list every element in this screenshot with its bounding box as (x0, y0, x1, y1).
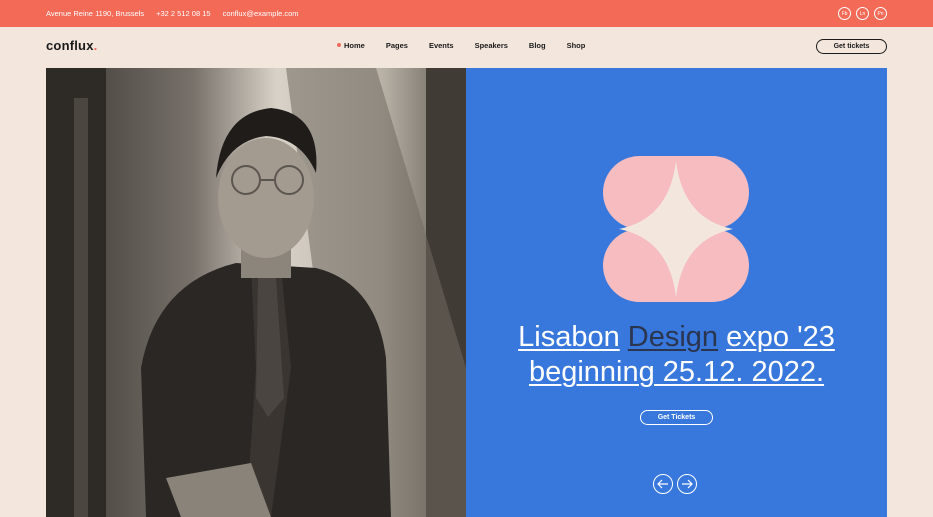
prev-arrow-icon[interactable] (653, 474, 673, 494)
star-emblem-icon (603, 156, 749, 302)
headline-date[interactable]: beginning 25.12. 2022. (529, 356, 824, 388)
slider-controls (653, 474, 697, 494)
nav-events[interactable]: Events (429, 41, 454, 50)
nav-shop[interactable]: Shop (567, 41, 586, 50)
email-link[interactable]: conflux@example.com (223, 9, 299, 18)
hero-photo (46, 68, 466, 517)
nav-pages[interactable]: Pages (386, 41, 408, 50)
hero-headline: Lisabon Design expo '23 beginning 25.12.… (466, 320, 887, 390)
nav-blog[interactable]: Blog (529, 41, 546, 50)
social-links: Fb Ln Pn (838, 7, 887, 20)
next-arrow-icon[interactable] (677, 474, 697, 494)
pinterest-icon[interactable]: Pn (874, 7, 887, 20)
address-text: Avenue Reine 1190, Brussels (46, 9, 145, 18)
portrait-image (46, 68, 466, 517)
logo[interactable]: conflux. (46, 38, 97, 53)
linkedin-icon[interactable]: Ln (856, 7, 869, 20)
site-header: conflux. Home Pages Events Speakers Blog… (0, 27, 933, 68)
hero-get-tickets-button[interactable]: Get Tickets (640, 410, 713, 425)
get-tickets-button[interactable]: Get tickets (816, 39, 887, 54)
main-nav: Home Pages Events Speakers Blog Shop (337, 41, 586, 50)
headline-word-lisabon[interactable]: Lisabon (518, 321, 620, 353)
contact-info: Avenue Reine 1190, Brussels +32 2 512 08… (46, 0, 299, 27)
logo-dot: . (93, 38, 98, 53)
hero-panel: Lisabon Design expo '23 beginning 25.12.… (466, 68, 887, 517)
facebook-icon[interactable]: Fb (838, 7, 851, 20)
headline-word-design[interactable]: Design (628, 321, 718, 353)
top-bar: Avenue Reine 1190, Brussels +32 2 512 08… (0, 0, 933, 27)
phone-link[interactable]: +32 2 512 08 15 (156, 9, 210, 18)
logo-text: conflux (46, 38, 94, 53)
nav-home[interactable]: Home (337, 41, 365, 50)
nav-speakers[interactable]: Speakers (475, 41, 508, 50)
headline-word-expo[interactable]: expo '23 (726, 321, 835, 353)
